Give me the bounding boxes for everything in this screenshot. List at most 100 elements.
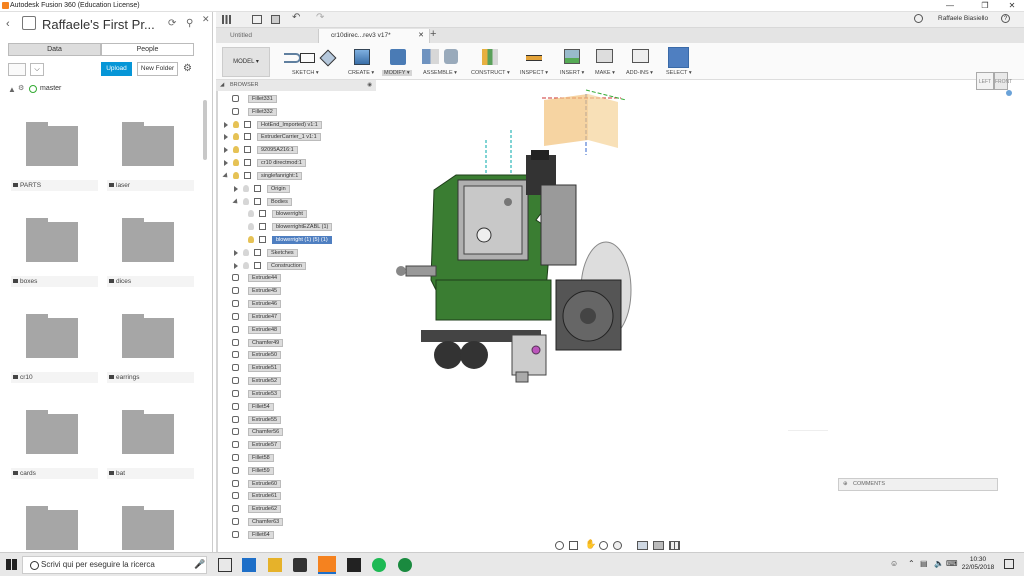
modify-menu[interactable]: MODIFY ▾ [382, 70, 412, 76]
chevron-up-icon[interactable]: ⌃ [908, 559, 915, 568]
browser-node[interactable]: Fillet331 [216, 94, 376, 104]
select-tool-icon[interactable] [668, 47, 689, 68]
browser-node[interactable]: ExtruderCarrier_1 v1:1 [216, 132, 376, 142]
inspect-menu[interactable]: INSPECT ▾ [520, 70, 548, 76]
clock-icon[interactable] [914, 14, 923, 23]
network-icon[interactable]: ▤ [920, 559, 928, 568]
viewcube-front-face[interactable]: FRONT [994, 72, 1012, 90]
line-tool-icon[interactable] [284, 53, 301, 63]
grid-settings-icon[interactable] [653, 541, 664, 550]
file-icon[interactable] [252, 15, 262, 24]
visibility-bulb-icon[interactable] [243, 248, 249, 256]
store-icon[interactable] [293, 558, 307, 572]
canvas-viewport[interactable]: LEFT FRONT [376, 72, 1024, 540]
browser-node[interactable]: Construction [216, 261, 376, 271]
pan-hand-icon[interactable]: ✋ [585, 539, 596, 550]
add-comment-icon[interactable]: ⊕ [843, 479, 848, 490]
browser-node[interactable]: Chamfer49 [216, 338, 376, 348]
folder-boxes[interactable]: boxes [8, 212, 98, 302]
make-menu[interactable]: MAKE ▾ [595, 70, 615, 76]
visibility-bulb-icon[interactable] [233, 159, 239, 167]
create-menu[interactable]: CREATE ▾ [348, 70, 374, 76]
expand-triangle-icon[interactable] [234, 262, 238, 269]
tab-untitled[interactable]: Untitled [218, 29, 314, 43]
visibility-bulb-icon[interactable] [243, 261, 249, 269]
scrollbar[interactable] [203, 100, 207, 160]
windows-start-icon[interactable] [6, 559, 17, 570]
viewcube[interactable]: LEFT FRONT [970, 60, 1012, 102]
tab-data[interactable]: Data [8, 43, 101, 56]
browser-node[interactable]: Extrude47 [216, 312, 376, 322]
collapse-triangle-icon[interactable]: ◢ [220, 80, 224, 91]
volume-icon[interactable]: 🔈 [934, 559, 944, 568]
orbit-icon[interactable] [555, 541, 564, 550]
browser-node[interactable]: 92095A216:1 [216, 145, 376, 155]
construct-plane-icon[interactable] [482, 49, 498, 65]
browser-node[interactable]: blowerright (1) (5) (1) [216, 235, 376, 245]
browser-node[interactable]: HotEnd_Imported) v1:1 [216, 120, 376, 130]
new-folder-button[interactable]: New Folder [137, 62, 178, 76]
look-at-icon[interactable] [569, 541, 578, 550]
display-settings-icon[interactable] [637, 541, 648, 550]
browser-header[interactable]: ◢ BROWSER ◉ [216, 80, 376, 91]
workspace-switcher[interactable]: MODEL ▾ [222, 47, 270, 77]
folder-dices[interactable]: dices [104, 212, 194, 302]
browser-node[interactable]: Extrude61 [216, 491, 376, 501]
search-icon[interactable]: ⚲ [186, 18, 193, 29]
scripts-addins-icon[interactable] [632, 49, 649, 63]
browser-node[interactable]: Chamfer63 [216, 517, 376, 527]
upload-button[interactable]: Upload [101, 62, 132, 76]
measure-icon[interactable] [526, 55, 542, 61]
browser-node[interactable]: Extrude57 [216, 440, 376, 450]
visibility-bulb-icon[interactable] [233, 146, 239, 154]
restore-icon[interactable]: ❐ [975, 1, 995, 10]
browser-node[interactable]: Extrude50 [216, 350, 376, 360]
browser-node[interactable]: blowerright [216, 209, 376, 219]
notification-center-icon[interactable] [1004, 559, 1014, 569]
save-icon[interactable] [271, 15, 280, 24]
pin-icon[interactable]: ◉ [367, 80, 372, 91]
visibility-bulb-icon[interactable] [243, 197, 249, 205]
spotify-icon[interactable] [372, 558, 386, 572]
browser-node[interactable]: blowerrightEZABL (1) [216, 222, 376, 232]
viewports-icon[interactable] [669, 541, 680, 550]
sketch-shape-icon[interactable] [319, 49, 337, 67]
browser-node[interactable]: Origin [216, 184, 376, 194]
person-icon[interactable]: ☺ [890, 559, 898, 568]
expand-triangle-icon[interactable] [222, 172, 230, 180]
taskbar-search-input[interactable]: Scrivi qui per eseguire la ricerca [22, 556, 207, 574]
visibility-bulb-icon[interactable] [233, 120, 239, 128]
folder-bat[interactable]: bat [104, 404, 194, 494]
close-panel-icon[interactable]: ✕ [202, 14, 210, 25]
browser-node[interactable]: Extrude52 [216, 376, 376, 386]
grid-menu-icon[interactable] [222, 15, 231, 24]
refresh-icon[interactable]: ⟳ [168, 18, 176, 29]
press-pull-icon[interactable] [390, 49, 406, 65]
branch-label[interactable]: master [40, 85, 61, 92]
help-icon[interactable]: ? [1001, 14, 1010, 23]
taskbar-clock[interactable]: 10:30 22/05/2018 [960, 556, 996, 572]
redo-icon[interactable]: ↷ [316, 12, 324, 23]
view-toggle-icon[interactable] [8, 63, 26, 76]
gear-icon[interactable]: ⚙ [183, 63, 192, 74]
back-arrow-icon[interactable]: ‹ [6, 18, 10, 30]
home-icon[interactable]: ▲ [8, 85, 16, 94]
expand-triangle-icon[interactable] [232, 198, 240, 206]
folder-laser[interactable]: laser [104, 116, 194, 206]
browser-node[interactable]: Extrude55 [216, 415, 376, 425]
browser-node[interactable]: Sketches [216, 248, 376, 258]
expand-triangle-icon[interactable] [224, 121, 228, 128]
browser-node[interactable]: Extrude51 [216, 363, 376, 373]
app-icon[interactable] [347, 558, 361, 572]
browser-node[interactable]: Chamfer56 [216, 427, 376, 437]
browser-node[interactable]: Extrude48 [216, 325, 376, 335]
construct-menu[interactable]: CONSTRUCT ▾ [471, 70, 510, 76]
browser-node[interactable]: Fillet58 [216, 453, 376, 463]
assemble-menu[interactable]: ASSEMBLE ▾ [423, 70, 457, 76]
browser-node[interactable]: singlefanright:1 [216, 171, 376, 181]
insert-image-icon[interactable] [564, 49, 580, 64]
sketch-menu[interactable]: SKETCH ▾ [292, 70, 319, 76]
file-explorer-icon[interactable] [268, 558, 282, 572]
zoom-icon[interactable] [599, 541, 608, 550]
folder-partial[interactable] [8, 500, 98, 550]
